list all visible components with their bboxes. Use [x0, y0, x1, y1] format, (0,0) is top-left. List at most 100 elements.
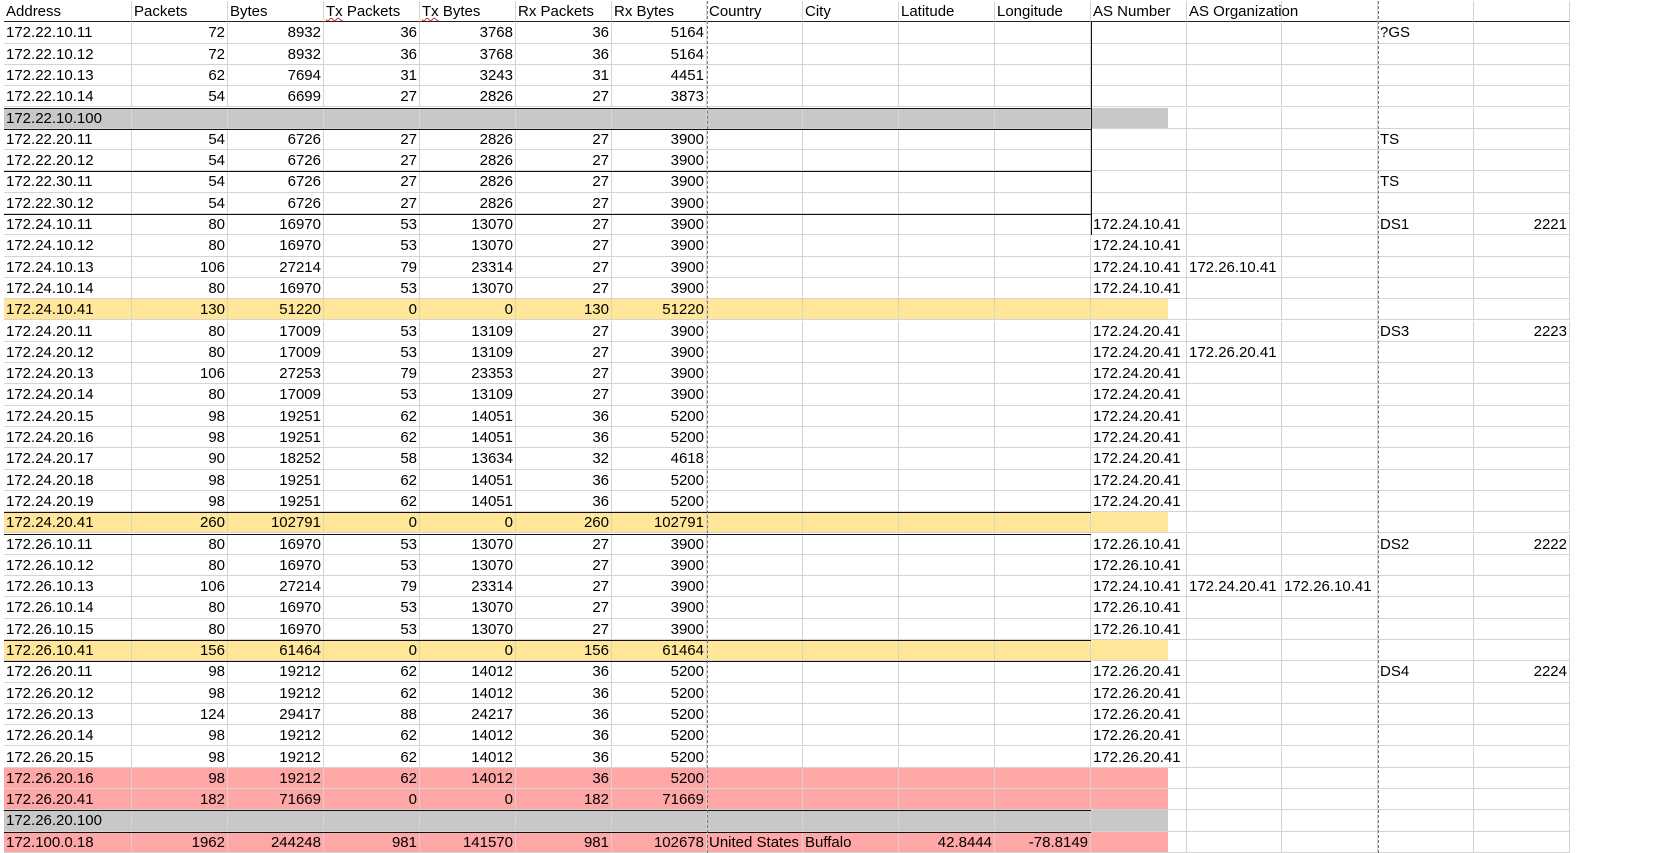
table-cell[interactable]	[1091, 128, 1187, 151]
table-cell[interactable]	[1378, 831, 1474, 853]
table-cell[interactable]	[1282, 235, 1378, 257]
table-cell[interactable]	[1378, 427, 1474, 449]
table-cell[interactable]	[995, 43, 1091, 65]
table-cell[interactable]	[1187, 363, 1282, 385]
table-cell[interactable]	[707, 725, 803, 747]
table-cell[interactable]	[1282, 661, 1378, 683]
table-cell[interactable]	[707, 746, 803, 768]
table-cell[interactable]	[1282, 490, 1378, 513]
table-cell[interactable]	[995, 277, 1091, 300]
table-cell[interactable]	[1378, 150, 1474, 172]
table-cell[interactable]: 19251	[228, 469, 324, 491]
table-cell[interactable]	[1282, 767, 1378, 790]
table-cell[interactable]	[1282, 171, 1378, 193]
table-cell[interactable]: 172.24.20.41	[1091, 490, 1187, 513]
table-cell[interactable]	[707, 703, 803, 726]
table-cell[interactable]	[1378, 43, 1474, 65]
table-cell[interactable]: 172.24.20.41	[1091, 341, 1187, 364]
table-cell[interactable]: 981	[516, 831, 612, 853]
table-cell[interactable]	[1378, 192, 1474, 214]
table-cell[interactable]	[899, 171, 995, 193]
table-cell[interactable]	[707, 810, 803, 832]
table-cell[interactable]: 31	[516, 64, 612, 87]
table-cell[interactable]	[1187, 299, 1282, 321]
table-cell[interactable]: 172.24.20.11	[4, 320, 132, 342]
table-cell[interactable]	[1187, 448, 1282, 470]
table-cell[interactable]	[1282, 320, 1378, 342]
table-cell[interactable]	[1378, 682, 1474, 704]
table-cell[interactable]: 172.26.20.100	[4, 810, 132, 832]
table-cell[interactable]	[1282, 831, 1378, 853]
table-cell[interactable]	[899, 703, 995, 726]
table-cell[interactable]: 80	[132, 554, 228, 577]
table-cell[interactable]: 27	[324, 171, 420, 193]
table-cell[interactable]: 80	[132, 320, 228, 342]
table-cell[interactable]	[1187, 618, 1282, 640]
table-cell[interactable]	[995, 746, 1091, 768]
table-cell[interactable]	[803, 533, 899, 555]
table-cell[interactable]: 98	[132, 725, 228, 747]
table-cell[interactable]: 6699	[228, 86, 324, 108]
table-cell[interactable]	[995, 597, 1091, 619]
table-cell[interactable]	[707, 789, 803, 811]
table-cell[interactable]	[1378, 405, 1474, 427]
table-cell[interactable]	[803, 661, 899, 683]
table-cell[interactable]: 172.26.20.41	[4, 789, 132, 811]
table-cell[interactable]	[1187, 703, 1282, 726]
table-cell[interactable]: 98	[132, 490, 228, 513]
table-cell[interactable]	[1378, 384, 1474, 406]
table-cell[interactable]	[803, 405, 899, 427]
table-cell[interactable]	[1282, 427, 1378, 449]
table-cell[interactable]	[1091, 86, 1187, 108]
column-header-cell[interactable]: AS Organization	[1187, 1, 1298, 23]
table-cell[interactable]: DS3	[1378, 320, 1474, 342]
table-cell[interactable]: 27	[324, 150, 420, 172]
table-cell[interactable]	[1282, 86, 1378, 108]
table-cell[interactable]	[995, 725, 1091, 747]
table-cell[interactable]	[1378, 235, 1474, 257]
table-cell[interactable]	[803, 384, 899, 406]
table-cell[interactable]	[899, 64, 995, 87]
table-cell[interactable]: 27	[516, 320, 612, 342]
table-cell[interactable]: 172.26.20.41	[1091, 703, 1187, 726]
table-cell[interactable]: 3900	[612, 214, 707, 236]
table-cell[interactable]	[1091, 171, 1187, 193]
table-cell[interactable]	[995, 214, 1091, 236]
table-cell[interactable]	[803, 682, 899, 704]
table-cell[interactable]: 3900	[612, 618, 707, 640]
table-cell[interactable]	[1474, 384, 1570, 406]
table-cell[interactable]: 172.24.20.41	[1091, 427, 1187, 449]
table-cell[interactable]: 172.24.20.14	[4, 384, 132, 406]
table-cell[interactable]	[803, 150, 899, 172]
table-cell[interactable]: 13070	[420, 533, 516, 555]
table-cell[interactable]: 27	[516, 128, 612, 151]
table-cell[interactable]: 260	[516, 512, 612, 534]
table-cell[interactable]	[1474, 107, 1570, 129]
table-cell[interactable]: 13109	[420, 341, 516, 364]
table-cell[interactable]: 27253	[228, 363, 324, 385]
table-cell[interactable]: 71669	[612, 789, 707, 811]
table-cell[interactable]: 27214	[228, 576, 324, 598]
table-cell[interactable]	[803, 703, 899, 726]
table-cell[interactable]: 13070	[420, 597, 516, 619]
table-cell[interactable]: 172.26.10.15	[4, 618, 132, 640]
table-cell[interactable]: 80	[132, 341, 228, 364]
table-cell[interactable]	[1187, 86, 1282, 108]
table-cell[interactable]	[995, 150, 1091, 172]
table-cell[interactable]	[707, 469, 803, 491]
table-cell[interactable]: 72	[132, 43, 228, 65]
table-cell[interactable]	[1378, 277, 1474, 300]
table-cell[interactable]	[707, 640, 803, 662]
table-cell[interactable]: 5200	[612, 682, 707, 704]
table-cell[interactable]	[1378, 767, 1474, 790]
table-cell[interactable]: 172.24.20.41	[1091, 405, 1187, 427]
table-cell[interactable]	[1187, 384, 1282, 406]
table-cell[interactable]	[1282, 533, 1378, 555]
column-header-cell[interactable]: Rx Bytes	[612, 1, 707, 23]
table-cell[interactable]	[803, 256, 899, 278]
table-cell[interactable]	[1091, 107, 1187, 129]
table-cell[interactable]	[1378, 576, 1474, 598]
table-cell[interactable]: 130	[132, 299, 228, 321]
table-cell[interactable]: 16970	[228, 235, 324, 257]
table-cell[interactable]	[1091, 43, 1187, 65]
